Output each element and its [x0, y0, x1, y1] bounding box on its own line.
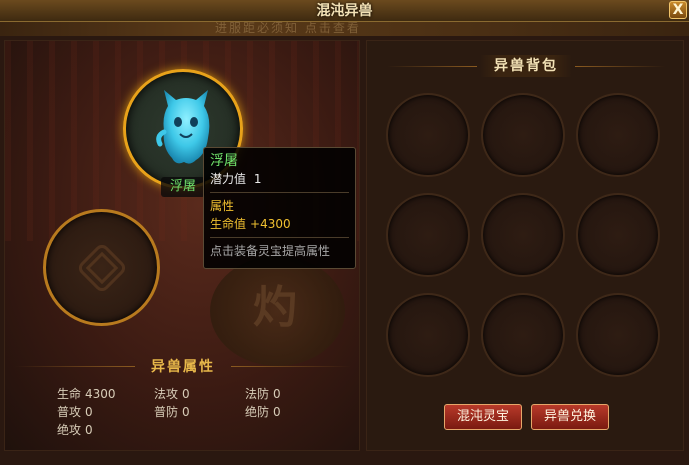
- bag-slot[interactable]: [481, 193, 565, 277]
- beast-exchange-button[interactable]: 异兽兑换: [531, 404, 609, 430]
- tooltip-hp: 生命值 +4300: [210, 215, 349, 233]
- treasure-equip-slot[interactable]: [43, 209, 160, 326]
- stat-value: 0: [273, 405, 281, 419]
- stat-value: 0: [85, 405, 93, 419]
- tooltip-potential-value: 1: [253, 172, 262, 186]
- stat-value: 4300: [85, 387, 116, 401]
- stat-value: 0: [85, 423, 93, 437]
- attributes-title: 异兽属性: [151, 359, 215, 375]
- stat-label: 绝防: [245, 405, 270, 419]
- bag-slot[interactable]: [576, 293, 660, 377]
- chaos-treasure-button[interactable]: 混沌灵宝: [444, 404, 522, 430]
- stat-label: 生命: [57, 387, 82, 401]
- bag-slot[interactable]: [386, 193, 470, 277]
- divider-left: [387, 66, 477, 67]
- attributes-header: 异兽属性: [5, 356, 359, 378]
- pet-name-tag: 浮屠: [161, 177, 205, 197]
- stat-normal-defense: 普防 0: [154, 403, 190, 420]
- banner-text: 进服距必须知 点击查看: [215, 22, 361, 35]
- title-bar[interactable]: 混沌异兽 X: [0, 0, 689, 22]
- stat-magic-attack: 法攻 0: [154, 385, 190, 402]
- stat-value: 0: [182, 387, 190, 401]
- chaos-beast-window: 混沌异兽 X 进服距必须知 点击查看 灼 浮屠 异兽属性 生命 4300 法攻 …: [0, 0, 689, 465]
- bag-header: 异兽背包: [367, 55, 685, 77]
- stat-ultimate-attack: 绝攻 0: [57, 421, 93, 438]
- tooltip-potential: 潜力值 1: [210, 170, 349, 188]
- tooltip-divider: [210, 237, 349, 238]
- stat-label: 普攻: [57, 405, 82, 419]
- pet-tooltip: 浮屠 潜力值 1 属性 生命值 +4300 点击装备灵宝提高属性: [203, 147, 356, 269]
- window-title: 混沌异兽: [316, 3, 373, 19]
- divider-right: [231, 366, 351, 367]
- endless-knot-icon: [78, 244, 125, 291]
- stat-label: 绝攻: [57, 423, 82, 437]
- stat-magic-defense: 法防 0: [245, 385, 281, 402]
- divider-left: [15, 366, 135, 367]
- tooltip-hint: 点击装备灵宝提高属性: [210, 244, 331, 258]
- bag-slot[interactable]: [481, 93, 565, 177]
- tooltip-attr-header: 属性: [210, 199, 235, 213]
- tooltip-pet-name: 浮屠: [210, 153, 238, 169]
- bag-slot[interactable]: [576, 193, 660, 277]
- stat-hp: 生命 4300: [57, 385, 116, 402]
- divider-right: [575, 66, 665, 67]
- bag-slot[interactable]: [576, 93, 660, 177]
- bag-title: 异兽背包: [480, 55, 572, 77]
- tooltip-potential-label: 潜力值: [210, 172, 247, 186]
- tooltip-divider: [210, 192, 349, 193]
- stat-normal-attack: 普攻 0: [57, 403, 93, 420]
- beast-bag-panel: 异兽背包 混沌灵宝 异兽兑换: [366, 40, 684, 451]
- close-button[interactable]: X: [669, 1, 687, 19]
- tooltip-hp-label: 生命值: [210, 217, 247, 231]
- background-emblem-glyph: 灼: [253, 282, 297, 333]
- bag-slot[interactable]: [481, 293, 565, 377]
- stat-ultimate-defense: 绝防 0: [245, 403, 281, 420]
- stat-value: 0: [182, 405, 190, 419]
- stat-value: 0: [273, 387, 281, 401]
- stat-label: 普防: [154, 405, 179, 419]
- banner-strip: 进服距必须知 点击查看: [0, 22, 689, 36]
- tooltip-hp-value: +4300: [250, 217, 291, 231]
- bag-slot[interactable]: [386, 93, 470, 177]
- bag-slot[interactable]: [386, 293, 470, 377]
- stat-label: 法攻: [154, 387, 179, 401]
- stat-label: 法防: [245, 387, 270, 401]
